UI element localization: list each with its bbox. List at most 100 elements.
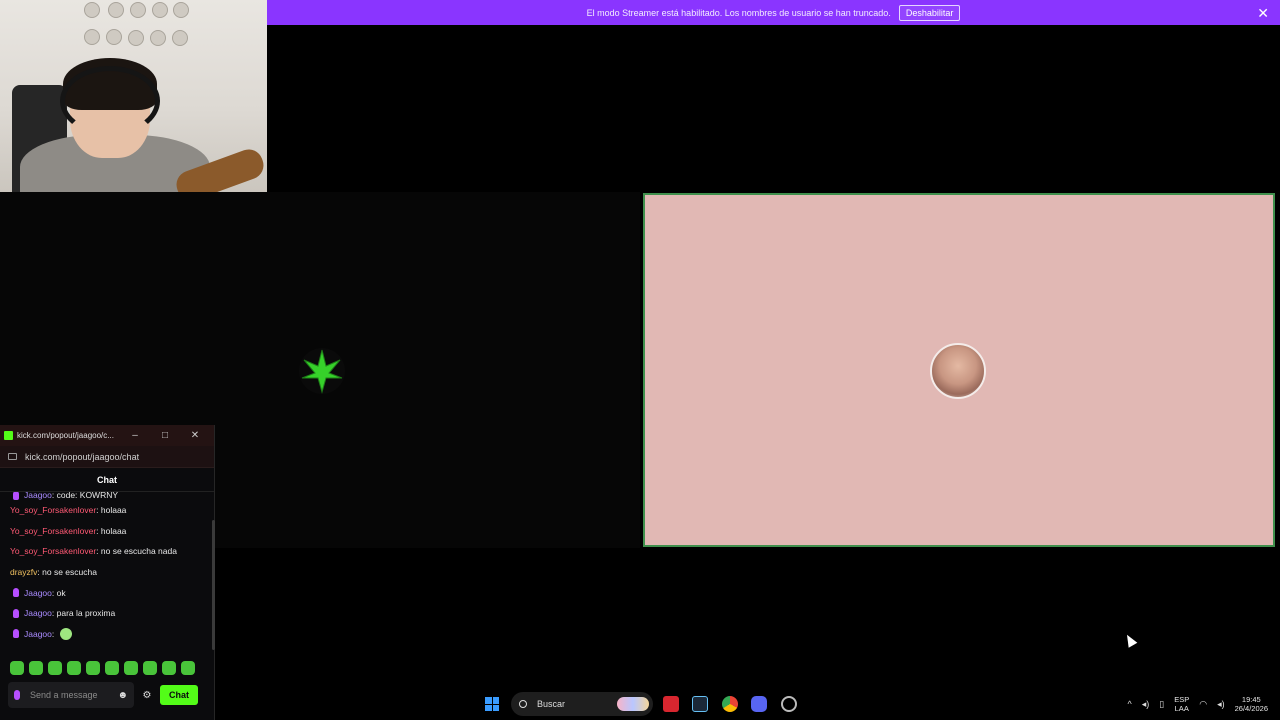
chat-message: Jaagoo : code: KOWRNY: [10, 492, 212, 500]
broadcaster-badge-icon: [13, 629, 19, 639]
plush-toy: [173, 2, 189, 18]
emote-button[interactable]: [67, 661, 81, 675]
chat-scrollbar[interactable]: [212, 520, 215, 650]
url-text: kick.com/popout/jaagoo/chat: [25, 451, 140, 462]
chat-username[interactable]: Jaagoo: [24, 492, 52, 500]
microphone-icon[interactable]: ▯: [1159, 699, 1164, 710]
search-icon: [519, 700, 527, 708]
chat-message-input[interactable]: Send a message ☻: [8, 682, 134, 708]
plush-toy: [172, 30, 188, 46]
popout-titlebar[interactable]: kick.com/popout/jaagoo/c... – □ ✕: [0, 425, 214, 446]
clock-time: 19:45: [1241, 695, 1261, 704]
chat-text: : para la proxima: [51, 608, 116, 619]
chat-emote-icon: [60, 627, 73, 640]
banner-close-icon[interactable]: ✕: [1257, 5, 1269, 22]
webcam-overlay: [0, 0, 267, 200]
maximize-button[interactable]: □: [150, 430, 180, 441]
plush-toy: [84, 2, 100, 18]
discord-icon[interactable]: [751, 696, 767, 712]
chat-text: : no se escucha nada: [96, 546, 177, 557]
chat-username[interactable]: drayzfv: [10, 567, 37, 577]
emote-button[interactable]: [124, 661, 138, 675]
plush-toy: [108, 2, 124, 18]
chat-message: Jaagoo :: [10, 624, 212, 645]
chat-text: :: [51, 628, 55, 639]
chat-message: Yo_soy_Forsakenlover : no se escucha nad…: [10, 541, 212, 562]
red-app-icon[interactable]: [663, 696, 679, 712]
emote-button[interactable]: [48, 661, 62, 675]
keyboard-layout: LAA: [1174, 704, 1189, 713]
chrome-icon[interactable]: [722, 696, 738, 712]
chat-message: Yo_soy_Forsakenlover : holaaa: [10, 500, 212, 521]
chat-username[interactable]: Jaagoo: [24, 629, 52, 639]
kick-logo-icon: [4, 431, 13, 440]
popout-title: kick.com/popout/jaagoo/c...: [17, 431, 114, 440]
plush-toy: [128, 30, 144, 46]
steam-icon[interactable]: [692, 696, 708, 712]
chat-username[interactable]: Jaagoo: [24, 588, 52, 598]
chat-input-placeholder: Send a message: [30, 690, 98, 700]
plush-toy: [152, 2, 168, 18]
windows-taskbar: Buscar ^ ◂) ▯ ESP LAA ◠ ◂) 19:45 26/4/20…: [215, 688, 1280, 720]
minimize-button[interactable]: –: [120, 430, 150, 441]
speaker-icon[interactable]: ◂): [1142, 699, 1150, 710]
plush-toy: [106, 29, 122, 45]
chat-popout-window: kick.com/popout/jaagoo/c... – □ ✕ kick.c…: [0, 425, 215, 720]
windows-start-icon[interactable]: [485, 697, 499, 711]
streamer-mode-banner: El modo Streamer está habilitado. Los no…: [267, 0, 1280, 25]
volume-icon[interactable]: ◂): [1217, 699, 1225, 710]
send-chat-button[interactable]: Chat: [160, 685, 198, 705]
taskbar-search-label: Buscar: [537, 699, 566, 709]
search-highlight-icon: [617, 697, 649, 711]
banner-message: El modo Streamer está habilitado. Los no…: [586, 7, 891, 18]
chat-text: : holaaa: [96, 505, 127, 516]
mouse-cursor-icon: [1122, 632, 1138, 648]
cannabis-leaf-avatar-icon: [299, 348, 345, 394]
clock-date: 26/4/2026: [1234, 704, 1268, 713]
chat-message: Jaagoo : para la proxima: [10, 603, 212, 624]
chat-text: : holaaa: [96, 525, 127, 536]
chat-username[interactable]: Yo_soy_Forsakenlover: [10, 526, 96, 536]
chat-message: drayzfv : no se escucha: [10, 562, 212, 583]
emote-button[interactable]: [162, 661, 176, 675]
chat-message: Jaagoo : ok: [10, 582, 212, 603]
quick-emote-bar: [10, 661, 195, 675]
plush-toy: [150, 30, 166, 46]
wifi-icon[interactable]: ◠: [1199, 699, 1207, 710]
emote-button[interactable]: [86, 661, 100, 675]
system-tray: ^ ◂) ▯ ESP LAA ◠ ◂) 19:45 26/4/2026: [1128, 688, 1280, 720]
disable-streamer-mode-button[interactable]: Deshabilitar: [898, 4, 961, 21]
show-hidden-icons-icon[interactable]: ^: [1128, 699, 1132, 709]
emote-button[interactable]: [10, 661, 24, 675]
chat-username[interactable]: Yo_soy_Forsakenlover: [10, 505, 96, 515]
chat-header: Chat: [0, 468, 214, 492]
url-bar[interactable]: kick.com/popout/jaagoo/chat: [0, 446, 214, 468]
broadcaster-badge-icon: [13, 588, 19, 598]
participant-avatar[interactable]: [930, 343, 986, 399]
chat-username[interactable]: Yo_soy_Forsakenlover: [10, 546, 96, 556]
emote-button[interactable]: [29, 661, 43, 675]
clock[interactable]: 19:45 26/4/2026: [1235, 695, 1268, 713]
chat-text: : no se escucha: [37, 567, 97, 578]
settings-app-icon[interactable]: [781, 696, 797, 712]
emote-button[interactable]: [105, 661, 119, 675]
input-language-indicator[interactable]: ESP LAA: [1174, 695, 1189, 713]
emote-button[interactable]: [143, 661, 157, 675]
chat-text: : code: KOWRNY: [51, 492, 119, 500]
language-code: ESP: [1174, 695, 1190, 704]
chat-input-row: Send a message ☻ ⚙ Chat: [8, 681, 213, 709]
chat-text: : ok: [51, 587, 66, 598]
headset: [60, 66, 160, 136]
chat-message: Yo_soy_Forsakenlover : holaaa: [10, 521, 212, 542]
broadcaster-badge-icon: [13, 492, 19, 500]
close-window-button[interactable]: ✕: [180, 430, 210, 441]
site-settings-icon[interactable]: [8, 453, 17, 460]
chat-message-list[interactable]: Jaagoo : code: KOWRNY Yo_soy_Forsakenlov…: [0, 492, 212, 652]
plush-toy: [130, 2, 146, 18]
emoji-picker-icon[interactable]: ☻: [117, 690, 128, 701]
emote-button[interactable]: [181, 661, 195, 675]
badge-icon: [14, 690, 20, 700]
taskbar-search-box[interactable]: Buscar: [511, 692, 653, 716]
chat-username[interactable]: Jaagoo: [24, 608, 52, 618]
chat-settings-icon[interactable]: ⚙: [140, 690, 154, 701]
